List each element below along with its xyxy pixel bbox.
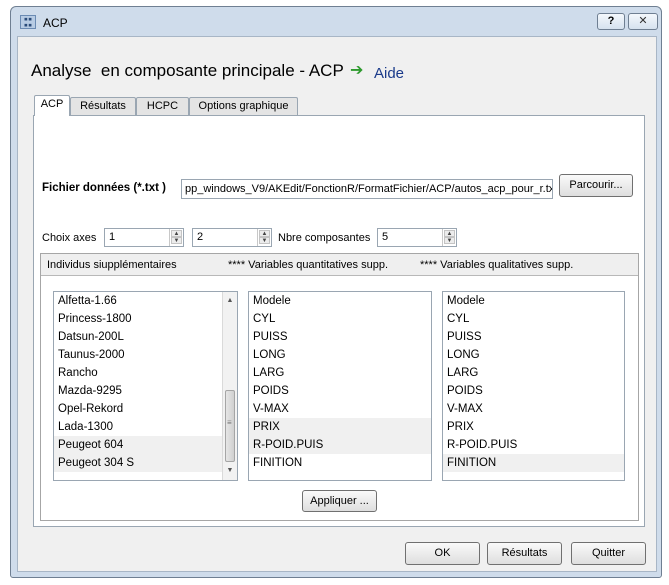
individus-scrollbar[interactable]: ▲ ≡ ▼ <box>222 292 237 480</box>
list-item[interactable]: V-MAX <box>249 400 431 418</box>
axis2-value: 2 <box>197 231 204 243</box>
help-button[interactable]: ? <box>597 13 625 30</box>
axes-label: Choix axes <box>42 232 97 244</box>
list-item[interactable]: Mazda-9295 <box>54 382 237 400</box>
list-item[interactable]: Modele <box>249 292 431 310</box>
aide-link[interactable]: Aide <box>374 65 404 82</box>
spin-up-icon[interactable]: ▲ <box>259 230 270 237</box>
spin-down-icon[interactable]: ▼ <box>444 237 455 244</box>
quant-vars-label: **** Variables quantitatives supp. <box>228 259 389 271</box>
list-item[interactable]: Peugeot 304 S <box>54 454 237 472</box>
spin-down-icon[interactable]: ▼ <box>259 237 270 244</box>
grip-icon: ≡ <box>227 418 232 427</box>
axis1-value: 1 <box>109 231 116 243</box>
list-item[interactable]: Opel-Rekord <box>54 400 237 418</box>
list-item[interactable]: Modele <box>443 292 624 310</box>
supplementary-groupbox: Individus siupplémentaires **** Variable… <box>40 253 639 521</box>
nb-components-label: Nbre composantes <box>278 232 371 244</box>
ok-button[interactable]: OK <box>405 542 480 565</box>
list-item[interactable]: POIDS <box>249 382 431 400</box>
list-item[interactable]: V-MAX <box>443 400 624 418</box>
list-item[interactable]: POIDS <box>443 382 624 400</box>
list-item[interactable]: R-POID.PUIS <box>443 436 624 454</box>
quit-button[interactable]: Quitter <box>571 542 646 565</box>
nb-components-arrows: ▲ ▼ <box>442 229 456 246</box>
nb-components-value: 5 <box>382 231 389 243</box>
app-icon: ▪▪ ▪▪ <box>20 15 36 29</box>
qual-vars-list[interactable]: Modele CYL PUISS LONG LARG POIDS V-MAX PRIX R-PO… <box>442 291 625 481</box>
scroll-thumb[interactable]: ≡ <box>225 390 235 462</box>
list-item[interactable]: Lada-1300 <box>54 418 237 436</box>
individus-list[interactable]: Alfetta-1.66 Princess-1800 Datsun-200L Taun… <box>53 291 238 481</box>
quant-vars-list[interactable]: Modele CYL PUISS LONG LARG POIDS V-MAX PRIX R-PO… <box>248 291 432 481</box>
list-item[interactable]: PRIX <box>443 418 624 436</box>
individus-label: Individus siupplémentaires <box>47 259 177 271</box>
list-item[interactable]: Rancho <box>54 364 237 382</box>
dialog-client: Analyse en composante principale - ACP ➔… <box>17 36 657 572</box>
list-item[interactable]: Peugeot 604 <box>54 436 237 454</box>
list-item[interactable]: LARG <box>249 364 431 382</box>
tab-resultats[interactable]: Résultats <box>70 97 136 115</box>
tab-hcpc[interactable]: HCPC <box>136 97 189 115</box>
scroll-down-icon[interactable]: ▼ <box>223 464 237 478</box>
file-label: Fichier données (*.txt ) <box>42 182 166 194</box>
file-path-input[interactable]: pp_windows_V9/AKEdit/FonctionR/FormatFic… <box>181 179 553 199</box>
list-item[interactable]: LONG <box>249 346 431 364</box>
list-item[interactable]: Taunus-2000 <box>54 346 237 364</box>
browse-button[interactable]: Parcourir... <box>559 174 633 197</box>
list-item[interactable]: LONG <box>443 346 624 364</box>
page-title: Analyse en composante principale - ACP <box>31 61 344 80</box>
list-item[interactable]: LARG <box>443 364 624 382</box>
arrow-right-icon[interactable]: ➔ <box>350 60 363 80</box>
qual-vars-label: **** Variables qualitatives supp. <box>420 259 574 271</box>
list-item[interactable]: FINITION <box>249 454 431 472</box>
list-item[interactable]: CYL <box>249 310 431 328</box>
spin-down-icon[interactable]: ▼ <box>171 237 182 244</box>
spin-up-icon[interactable]: ▲ <box>444 230 455 237</box>
list-item[interactable]: Princess-1800 <box>54 310 237 328</box>
axis1-spinbox[interactable]: 1 ▲ ▼ <box>104 228 184 247</box>
list-item[interactable]: PRIX <box>249 418 431 436</box>
axis1-arrows: ▲ ▼ <box>169 229 183 246</box>
list-item[interactable]: Datsun-200L <box>54 328 237 346</box>
axis2-spinbox[interactable]: 2 ▲ ▼ <box>192 228 272 247</box>
scroll-up-icon[interactable]: ▲ <box>223 294 237 308</box>
list-item[interactable]: CYL <box>443 310 624 328</box>
apply-button[interactable]: Appliquer ... <box>302 490 377 512</box>
spin-up-icon[interactable]: ▲ <box>171 230 182 237</box>
list-item[interactable]: PUISS <box>443 328 624 346</box>
nb-components-spinbox[interactable]: 5 ▲ ▼ <box>377 228 457 247</box>
results-button[interactable]: Résultats <box>487 542 562 565</box>
acp-window: ▪▪ ▪▪ ACP ? ✕ Analyse en composante princ… <box>10 6 662 578</box>
acp-tab-panel: Fichier données (*.txt ) pp_windows_V9/A… <box>33 115 645 527</box>
list-item[interactable]: PUISS <box>249 328 431 346</box>
list-item[interactable]: R-POID.PUIS <box>249 436 431 454</box>
tab-options-graphique[interactable]: Options graphique <box>189 97 298 115</box>
title-bar[interactable]: ▪▪ ▪▪ ACP ? ✕ <box>11 7 661 37</box>
group-header: Individus siupplémentaires **** Variable… <box>41 254 638 276</box>
tab-acp[interactable]: ACP <box>34 95 70 116</box>
close-button[interactable]: ✕ <box>628 13 658 30</box>
list-item[interactable]: Alfetta-1.66 <box>54 292 237 310</box>
axis2-arrows: ▲ ▼ <box>257 229 271 246</box>
list-item[interactable]: FINITION <box>443 454 624 472</box>
window-title: ACP <box>43 16 68 30</box>
